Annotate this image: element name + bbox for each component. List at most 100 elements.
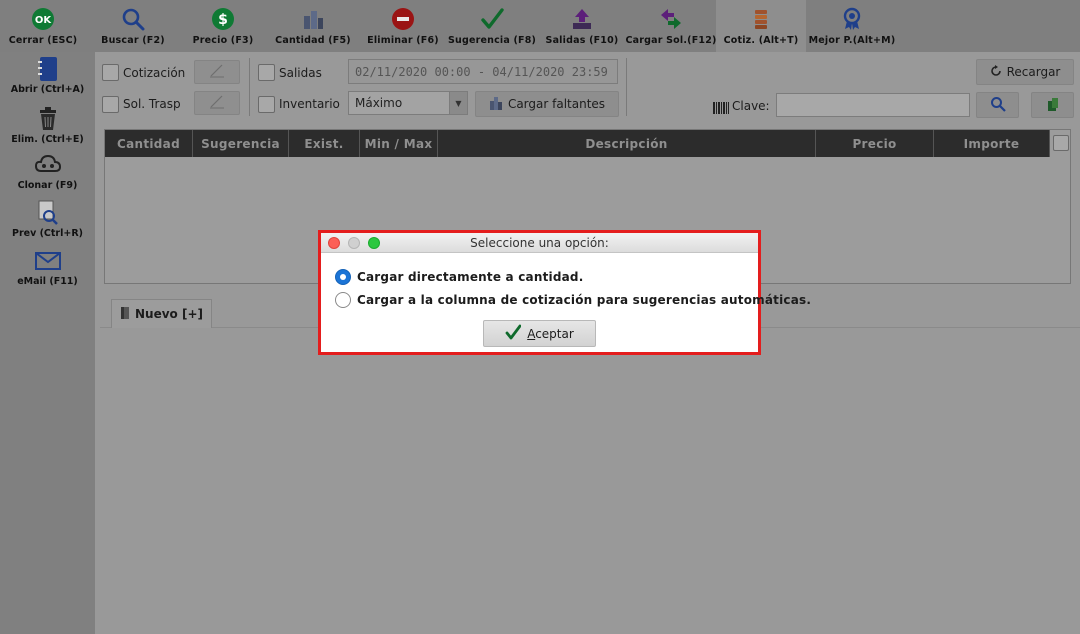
award-ribbon-icon xyxy=(839,6,865,32)
column-header-precio[interactable]: Precio xyxy=(816,130,934,157)
pencil-icon xyxy=(209,62,225,82)
column-header-exist[interactable]: Exist. xyxy=(289,130,360,157)
salidas-label: Salidas xyxy=(279,66,322,80)
toolbar-separator xyxy=(249,58,250,116)
column-header-importe[interactable]: Importe xyxy=(934,130,1050,157)
document-icon xyxy=(120,306,130,323)
open-button-label: Abrir (Ctrl+A) xyxy=(10,84,85,95)
dialog-titlebar: Seleccione una opción: xyxy=(321,233,758,253)
radio-selected-icon[interactable] xyxy=(335,269,351,285)
clave-label: Clave: xyxy=(732,99,770,113)
cotizacion-checkbox[interactable] xyxy=(102,64,119,81)
search-button-label: Buscar (F2) xyxy=(101,35,165,46)
delete-icon xyxy=(390,6,416,32)
load-request-button[interactable]: Cargar Sol.(F12) xyxy=(625,0,717,52)
close-button[interactable]: OK Cerrar (ESC) xyxy=(8,0,78,52)
dialog-title: Seleccione una opción: xyxy=(470,236,609,250)
option-load-to-quantity[interactable]: Cargar directamente a cantidad. xyxy=(335,269,583,285)
search-icon xyxy=(990,96,1006,115)
search-button[interactable]: Buscar (F2) xyxy=(98,0,168,52)
quote-button[interactable]: Cotiz. (Alt+T) xyxy=(716,0,806,52)
sol-trasp-edit-button[interactable] xyxy=(194,91,240,115)
option-dialog: Seleccione una opción: Cargar directamen… xyxy=(318,230,811,355)
preview-button[interactable]: Prev (Ctrl+R) xyxy=(0,200,95,239)
clave-search-button[interactable] xyxy=(976,92,1019,118)
inventario-select-value: Máximo xyxy=(355,96,403,110)
email-button[interactable]: eMail (F11) xyxy=(0,248,95,287)
cargar-faltantes-label: Cargar faltantes xyxy=(507,97,606,111)
clone-button-label: Clonar (F9) xyxy=(17,180,78,191)
swap-arrows-icon xyxy=(658,6,684,32)
boxes-icon xyxy=(489,96,503,113)
option-load-to-quote-column[interactable]: Cargar a la columna de cotización para s… xyxy=(335,292,811,308)
grid-header: Cantidad Sugerencia Exist. Min / Max Des… xyxy=(105,130,1050,157)
sol-trasp-label: Sol. Trasp xyxy=(123,97,181,111)
close-button-label: Cerrar (ESC) xyxy=(8,35,78,46)
notebook-icon xyxy=(35,56,61,82)
inventario-select[interactable]: Máximo ▼ xyxy=(348,91,468,115)
refresh-icon xyxy=(990,64,1002,80)
barcode-icon xyxy=(713,99,729,118)
recargar-button[interactable]: Recargar xyxy=(976,59,1074,85)
column-header-sugerencia[interactable]: Sugerencia xyxy=(193,130,289,157)
price-button-label: Precio (F3) xyxy=(192,35,254,46)
radio-unselected-icon[interactable] xyxy=(335,292,351,308)
best-price-button-label: Mejor P.(Alt+M) xyxy=(808,35,896,46)
clave-input[interactable] xyxy=(776,93,970,117)
best-price-button[interactable]: Mejor P.(Alt+M) xyxy=(808,0,896,52)
main-toolbar: OK Cerrar (ESC) Buscar (F2) $ Precio (F3… xyxy=(0,0,1080,52)
ok-close-icon: OK xyxy=(30,6,56,32)
coins-icon xyxy=(748,6,774,32)
dollar-icon: $ xyxy=(210,6,236,32)
search-icon xyxy=(120,6,146,32)
quote-button-label: Cotiz. (Alt+T) xyxy=(723,35,799,46)
price-button[interactable]: $ Precio (F3) xyxy=(188,0,258,52)
quantity-icon xyxy=(300,6,326,32)
load-request-button-label: Cargar Sol.(F12) xyxy=(625,35,717,46)
preview-document-icon xyxy=(35,200,61,226)
date-range-field[interactable]: 02/11/2020 00:00 - 04/11/2020 23:59 xyxy=(348,59,618,84)
inventario-label: Inventario xyxy=(279,97,340,111)
delete-record-button-label: Elim. (Ctrl+E) xyxy=(11,134,84,145)
svg-text:$: $ xyxy=(218,12,228,28)
select-all-checkbox[interactable] xyxy=(1053,135,1069,151)
salidas-checkbox[interactable] xyxy=(258,64,275,81)
clave-add-button[interactable] xyxy=(1031,92,1074,118)
chevron-down-icon: ▼ xyxy=(449,92,467,114)
email-button-label: eMail (F11) xyxy=(17,276,78,287)
open-button[interactable]: Abrir (Ctrl+A) xyxy=(0,56,95,95)
clone-cloud-icon xyxy=(34,152,61,178)
sol-trasp-checkbox[interactable] xyxy=(102,96,119,113)
checkmark-icon xyxy=(505,324,522,343)
envelope-icon xyxy=(34,248,61,274)
svg-text:OK: OK xyxy=(35,15,53,26)
outputs-button[interactable]: Salidas (F10) xyxy=(544,0,620,52)
delete-button[interactable]: Eliminar (F6) xyxy=(366,0,440,52)
trash-icon xyxy=(35,106,61,132)
quantity-button-label: Cantidad (F5) xyxy=(275,35,351,46)
outputs-button-label: Salidas (F10) xyxy=(545,35,619,46)
clone-button[interactable]: Clonar (F9) xyxy=(0,152,95,191)
column-header-descripcion[interactable]: Descripción xyxy=(438,130,816,157)
accept-button[interactable]: Aceptar xyxy=(483,320,596,347)
cargar-faltantes-button[interactable]: Cargar faltantes xyxy=(475,91,619,117)
tab-nuevo[interactable]: Nuevo [+] xyxy=(111,299,212,328)
column-header-min-max[interactable]: Min / Max xyxy=(360,130,438,157)
cotizacion-label: Cotización xyxy=(123,66,186,80)
accept-button-label: Aceptar xyxy=(527,326,574,341)
inventario-checkbox[interactable] xyxy=(258,96,275,113)
pencil-icon xyxy=(209,93,225,113)
cotizacion-edit-button[interactable] xyxy=(194,60,240,84)
checkmark-icon xyxy=(479,6,505,32)
toolbar-separator xyxy=(626,58,627,116)
option-load-to-quantity-label: Cargar directamente a cantidad. xyxy=(357,270,584,284)
suggestion-button[interactable]: Sugerencia (F8) xyxy=(448,0,536,52)
delete-record-button[interactable]: Elim. (Ctrl+E) xyxy=(0,106,95,145)
preview-button-label: Prev (Ctrl+R) xyxy=(11,228,83,239)
left-sidebar: Abrir (Ctrl+A) Elim. (Ctrl+E) Clonar (F9… xyxy=(0,52,95,634)
product-icon xyxy=(1046,97,1060,114)
quantity-button[interactable]: Cantidad (F5) xyxy=(275,0,351,52)
recargar-label: Recargar xyxy=(1006,65,1061,79)
column-header-cantidad[interactable]: Cantidad xyxy=(105,130,193,157)
delete-button-label: Eliminar (F6) xyxy=(367,35,439,46)
